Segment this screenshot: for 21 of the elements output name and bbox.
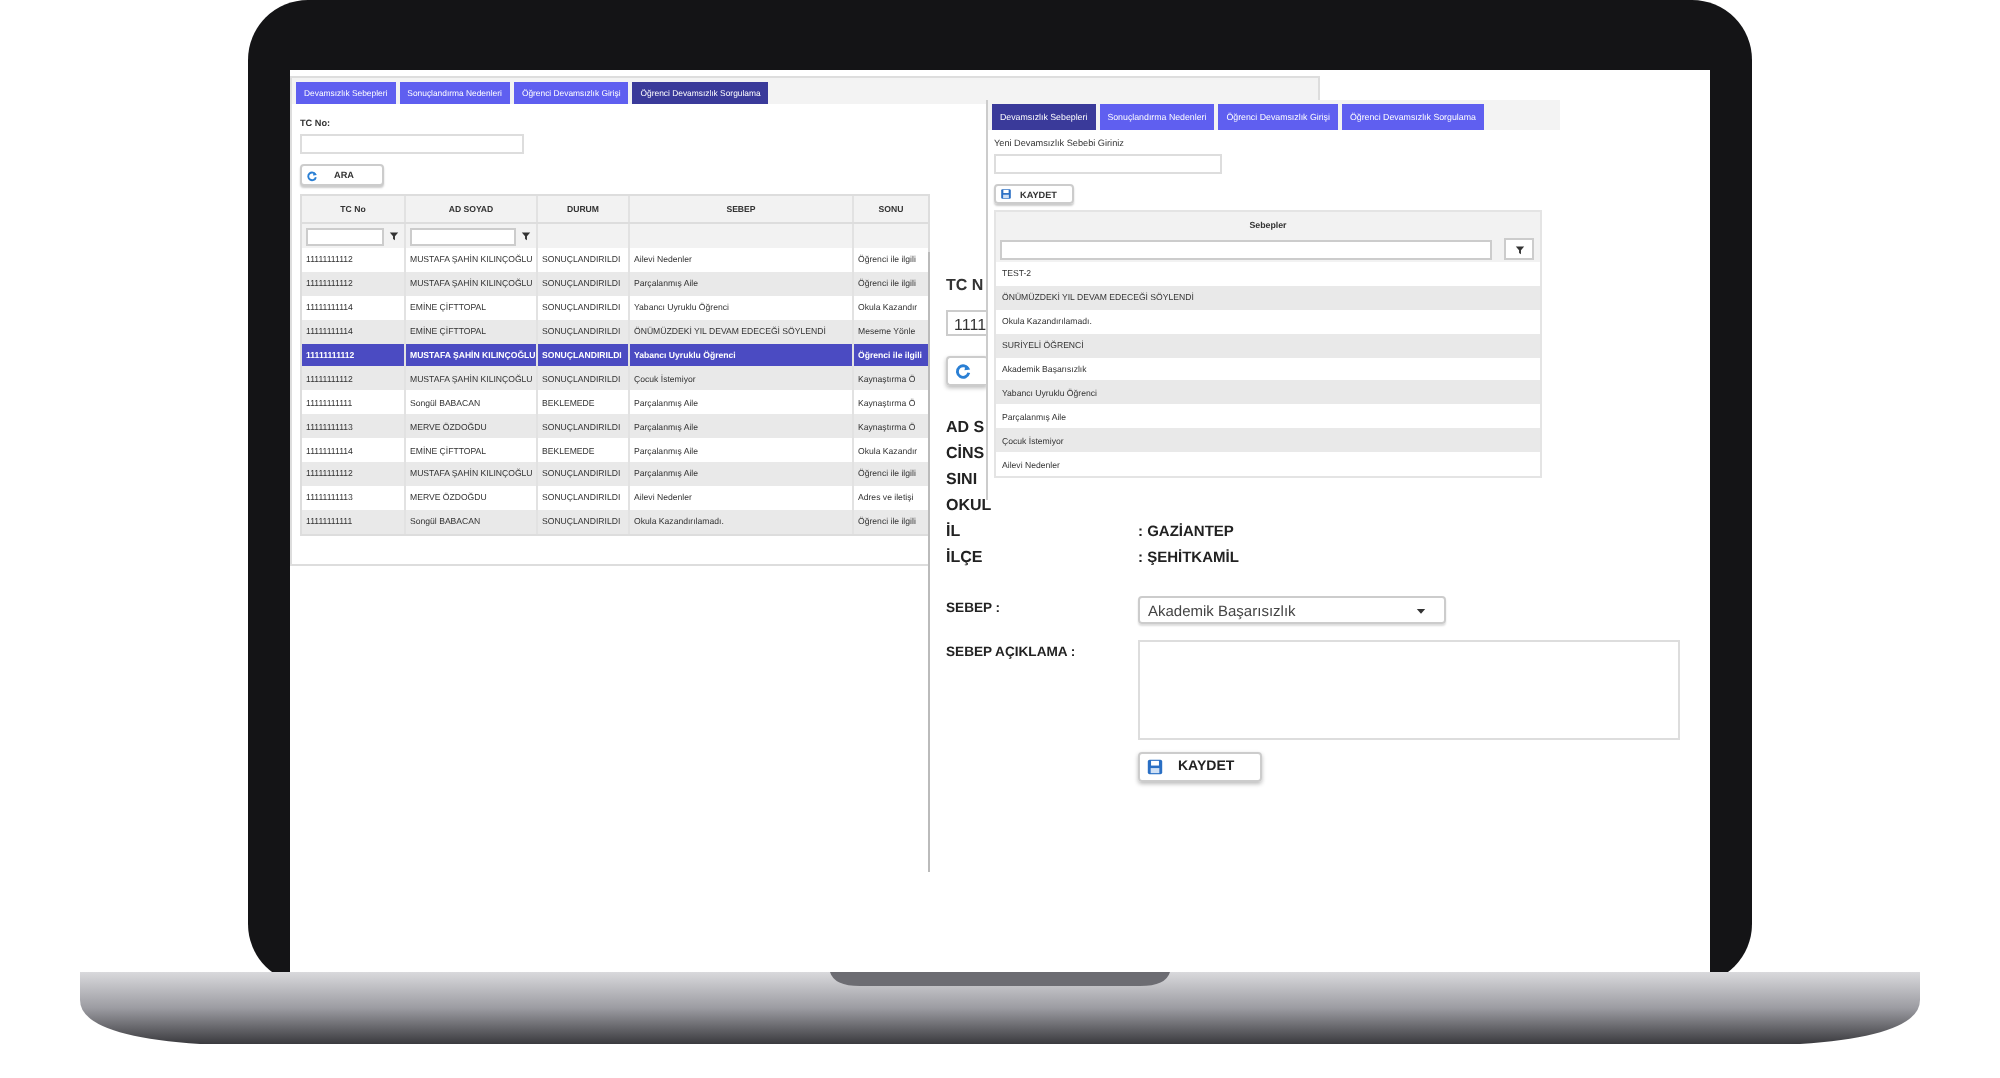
field-label: İLÇE — [946, 547, 983, 565]
filter-field[interactable] — [306, 227, 384, 245]
field-label: İL — [946, 521, 961, 539]
input-field[interactable] — [300, 134, 524, 154]
field-label: SINI — [946, 469, 978, 487]
field-label: TC N — [946, 276, 984, 294]
text-area[interactable] — [1137, 640, 1680, 740]
filter-field[interactable] — [410, 227, 516, 245]
field-label: CİNS — [946, 443, 985, 461]
field-label: AD S — [946, 417, 985, 435]
save-icon — [1000, 188, 1012, 200]
refresh-icon — [954, 362, 972, 380]
filter-button[interactable] — [1504, 238, 1534, 260]
filter-icon — [520, 230, 532, 242]
filter-field[interactable] — [1000, 239, 1492, 259]
save-icon — [1146, 758, 1164, 776]
field-label: OKUL — [946, 495, 992, 513]
input-field[interactable] — [994, 154, 1222, 174]
caret-icon — [1414, 603, 1428, 617]
filter-icon — [388, 230, 400, 242]
refresh-icon — [306, 169, 318, 181]
